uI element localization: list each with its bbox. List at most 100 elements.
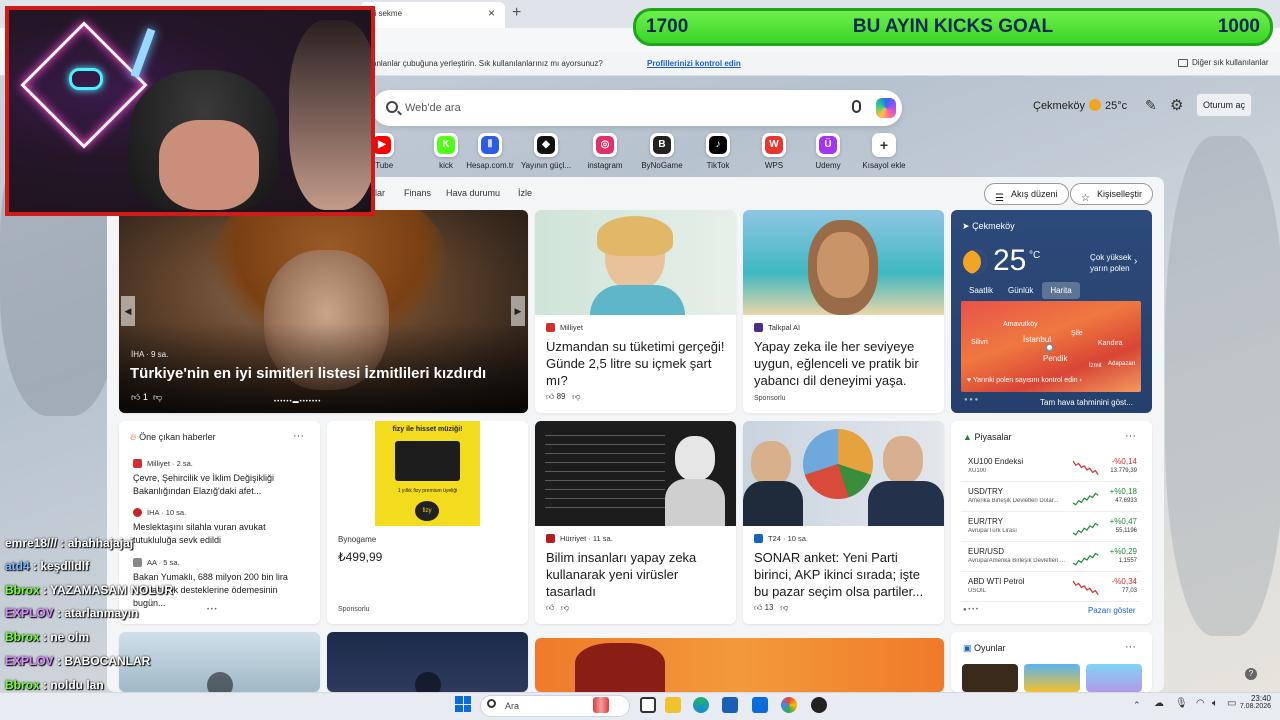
outlook-icon[interactable] — [752, 697, 768, 713]
personalize-button[interactable]: ☆ Kişiselleştir — [1070, 183, 1154, 205]
hero-next-button[interactable]: ▶ — [511, 296, 525, 326]
shortcut-6[interactable]: ♪ TikTok — [690, 133, 746, 170]
close-icon[interactable]: × — [488, 6, 495, 20]
card3-reactions[interactable]: 👍︎ 👎︎ — [546, 603, 569, 613]
market-row[interactable]: USD/TRY Amerika Birleşik Devletleri Dolar… — [961, 484, 1141, 512]
map-label: Adapazarı — [1108, 361, 1136, 367]
microphone-icon[interactable] — [852, 100, 861, 113]
gear-icon[interactable]: ⚙ — [1170, 96, 1183, 114]
news-title[interactable]: Meslektaşını silahla vuran avukat tutukl… — [133, 521, 311, 547]
weather-tab-daily[interactable]: Günlük — [1008, 286, 1033, 295]
pollen-alert[interactable]: Çok yüksek yarın polen — [1090, 252, 1134, 274]
card4-reactions[interactable]: 👍︎ 13 👎︎ — [754, 603, 788, 613]
market-row[interactable]: XU100 Endeksi XU100 -%0,14 13.779,39 — [961, 454, 1141, 482]
hero-card[interactable] — [119, 210, 528, 413]
shortcut-5[interactable]: B ByNoGame — [634, 133, 690, 170]
full-forecast-link[interactable]: Tam hava tahminini göst... — [1040, 398, 1133, 407]
news-card-sonar[interactable]: T24 · 10 sa. SONAR anket: Yeni Parti bir… — [743, 421, 944, 624]
start-icon[interactable] — [455, 696, 471, 712]
thumbs-down-icon[interactable]: 👎︎ — [572, 392, 580, 401]
top-news-pagination[interactable]: • • • — [207, 607, 217, 613]
nav-weather[interactable]: Hava durumu — [446, 188, 500, 198]
card3-title[interactable]: Bilim insanları yapay zeka kullanarak ye… — [546, 549, 728, 600]
market-row[interactable]: EUR/USD Avrupa/Amerika Birleşik Devletler… — [961, 544, 1141, 572]
game-thumbnail[interactable] — [962, 664, 1018, 692]
thumbs-up-icon[interactable]: 👍︎ — [754, 603, 762, 612]
volume-icon[interactable]: 🔈︎ — [1212, 698, 1218, 709]
market-value: 55,1196 — [1115, 528, 1137, 534]
nav-watch[interactable]: İzle — [518, 188, 532, 198]
chrome-icon[interactable] — [781, 697, 797, 713]
video-card[interactable] — [327, 632, 528, 692]
news-card-ai-virus[interactable]: Hürriyet · 11 sa. Bilim insanları yapay … — [535, 421, 736, 624]
weather-tab-map[interactable]: Harita — [1042, 282, 1080, 299]
news-card-water[interactable]: Milliyet Uzmandan su tüketimi gerçeği! G… — [535, 210, 736, 413]
markets-pagination[interactable]: ● • • • — [963, 607, 978, 613]
shortcut-9[interactable]: + Kısayol ekle — [856, 133, 912, 170]
more-icon[interactable]: ··· — [293, 430, 304, 442]
show-market-link[interactable]: Pazarı göster — [1088, 606, 1136, 615]
feed-layout-button[interactable]: ☰ Akış düzeni — [984, 183, 1069, 205]
copilot-icon[interactable] — [876, 98, 896, 118]
top-weather[interactable]: Çekmeköy 25°c — [1033, 99, 1127, 112]
widget-icon[interactable] — [593, 697, 609, 713]
search-input[interactable] — [405, 96, 825, 120]
shortcut-3[interactable]: ◆ Yayının güçl... — [518, 133, 574, 170]
tab-new[interactable]: ni sekme — [360, 2, 505, 28]
pencil-icon[interactable]: ✎ — [1145, 97, 1157, 114]
folder-icon[interactable] — [665, 697, 681, 713]
market-row[interactable]: ABD WTI Petrol USOIL -%0,34 77,03 — [961, 574, 1141, 602]
ad-card[interactable] — [535, 638, 944, 692]
cloud-icon[interactable]: ☁ — [1154, 698, 1164, 709]
more-icon[interactable]: ··· — [1125, 641, 1136, 653]
edge-icon[interactable] — [693, 697, 709, 713]
news-title[interactable]: Çevre, Şehircilik ve İklim Değişikliği B… — [133, 472, 311, 498]
card1-reactions[interactable]: 👍︎ 89 👎︎ — [546, 392, 580, 402]
thumbs-up-icon[interactable]: 👍︎ — [131, 392, 140, 402]
play-icon[interactable] — [207, 672, 233, 692]
chevron-right-icon[interactable]: › — [1134, 256, 1137, 267]
thumbs-up-icon[interactable]: 👍︎ — [546, 603, 554, 612]
play-icon[interactable] — [415, 672, 441, 692]
nav-finance[interactable]: Finans — [404, 188, 431, 198]
market-row[interactable]: EUR/TRY Avrupa/Türk Lirası +%0,47 55,1196 — [961, 514, 1141, 542]
pollen-check-link[interactable]: ♥ Yarınki polen sayısını kontrol edin › — [967, 377, 1082, 384]
sponsored-card-talkpal[interactable]: Talkpal AI Yapay zeka ile her seviyeye u… — [743, 210, 944, 413]
weather-pagination[interactable]: ● ● ● — [964, 397, 978, 403]
hero-prev-button[interactable]: ◀ — [121, 296, 135, 326]
hero-pagination[interactable]: ••••••▬••••••• — [274, 399, 321, 405]
hero-reactions[interactable]: 👍︎ 1 👎︎ — [131, 392, 162, 403]
more-icon[interactable]: ··· — [1125, 430, 1136, 442]
card2-source-label: Talkpal AI — [768, 323, 801, 332]
task-view-icon[interactable] — [640, 697, 656, 713]
check-profiles-link[interactable]: Profillerinizi kontrol edin — [647, 59, 741, 68]
wifi-icon[interactable]: ◠ — [1196, 698, 1205, 709]
microphone-icon[interactable]: 🎙︎ — [1175, 698, 1188, 709]
shortcut-2[interactable]: Ⅱ Hesap.com.tr — [462, 133, 518, 170]
thumbs-down-icon[interactable]: 👎︎ — [780, 603, 788, 612]
obs-icon[interactable] — [811, 697, 827, 713]
card4-title[interactable]: SONAR anket: Yeni Parti birinci, AKP iki… — [754, 549, 936, 600]
shortcut-7[interactable]: W WPS — [746, 133, 802, 170]
new-tab-button[interactable]: + — [512, 4, 521, 22]
login-button[interactable]: Oturum aç — [1196, 93, 1252, 117]
thumbs-down-icon[interactable]: 👎︎ — [153, 392, 162, 402]
game-thumbnail[interactable] — [1024, 664, 1080, 692]
other-favorites-button[interactable]: Diğer sık kullanılanlar — [1178, 58, 1268, 67]
top-weather-temp: 25°c — [1104, 100, 1128, 112]
chevron-up-icon[interactable]: ⌃ — [1133, 700, 1141, 711]
thumbs-down-icon[interactable]: 👎︎ — [561, 603, 569, 612]
market-change: +%0,47 — [1109, 517, 1137, 526]
hero-title[interactable]: Türkiye'nin en iyi simitleri listesi İzm… — [130, 365, 520, 382]
clock[interactable]: 23:40 7.08.2026 — [1240, 694, 1271, 710]
game-thumbnail[interactable] — [1086, 664, 1142, 692]
weather-tab-hourly[interactable]: Saatlik — [969, 286, 993, 295]
card2-title[interactable]: Yapay zeka ile her seviyeye uygun, eğlen… — [754, 338, 936, 389]
store-icon[interactable] — [722, 697, 738, 713]
card1-title[interactable]: Uzmandan su tüketimi gerçeği! Günde 2,5 … — [546, 338, 728, 389]
help-icon[interactable]: ? — [1245, 668, 1257, 680]
market-value: 77,03 — [1121, 588, 1137, 594]
shortcut-8[interactable]: Ü Udemy — [800, 133, 856, 170]
shortcut-4[interactable]: ◎ instagram — [577, 133, 633, 170]
thumbs-up-icon[interactable]: 👍︎ — [546, 392, 554, 401]
